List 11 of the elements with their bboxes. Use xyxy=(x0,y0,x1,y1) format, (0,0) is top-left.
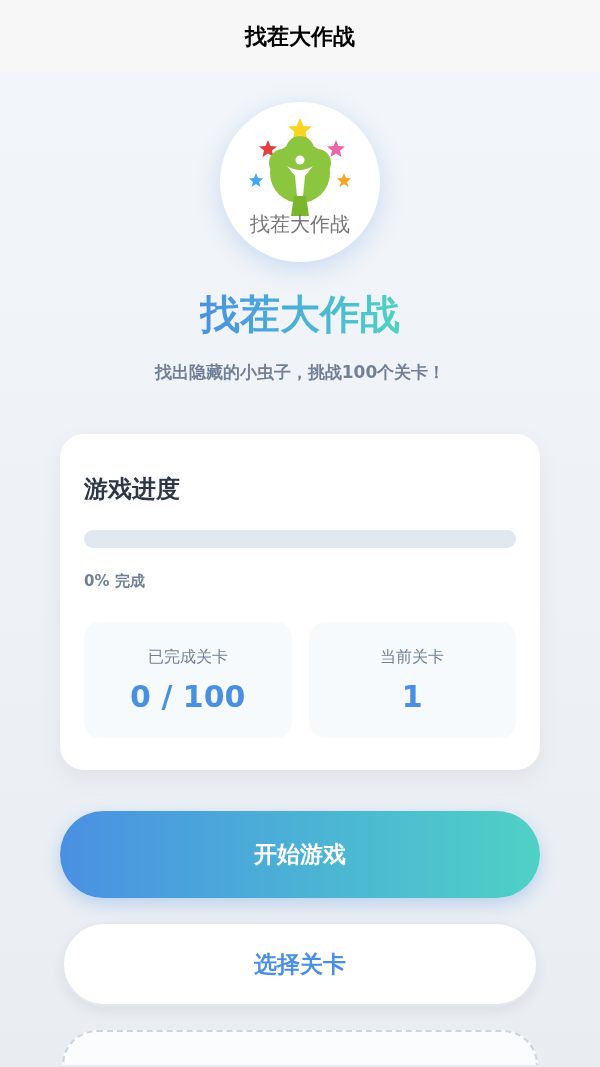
logo-caption: 找茬大作战 xyxy=(250,214,350,234)
card-title: 游戏进度 xyxy=(84,473,181,504)
subtitle: 找出隐藏的小虫子，挑战100个关卡！ xyxy=(154,361,446,384)
header-title: 找茬大作战 xyxy=(245,22,355,51)
stat-value: 0 / 100 xyxy=(130,679,246,715)
stat-value: 1 xyxy=(401,679,423,715)
stat-label: 已完成关卡 xyxy=(147,646,228,668)
stat-label: 当前关卡 xyxy=(380,646,445,668)
start-button[interactable]: 开始游戏 xyxy=(60,811,540,898)
select-level-button[interactable]: 选择关卡 xyxy=(62,922,538,1006)
progress-reading: 0% 完成 xyxy=(84,570,146,592)
